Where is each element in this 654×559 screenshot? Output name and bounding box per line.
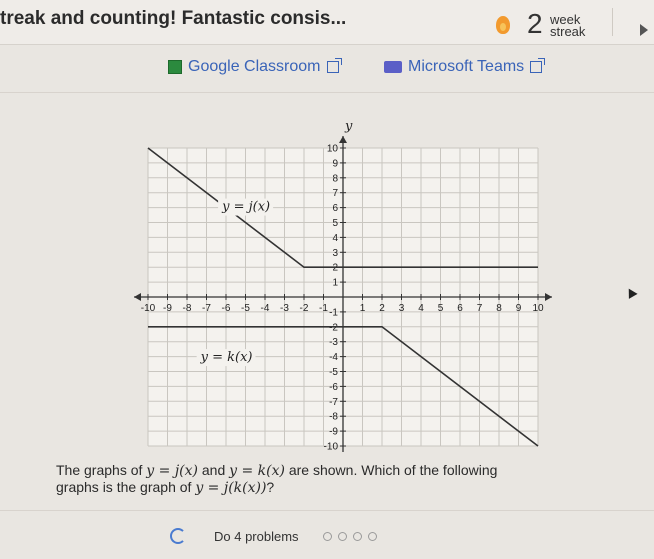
y-tick-label: 2 bbox=[332, 263, 338, 274]
y-tick-label: -6 bbox=[329, 382, 338, 393]
y-tick-label: -1 bbox=[329, 307, 338, 318]
x-tick-label: -1 bbox=[319, 303, 328, 314]
divider bbox=[0, 92, 654, 93]
y-tick-label: -10 bbox=[324, 442, 339, 453]
x-tick-label: -6 bbox=[222, 303, 231, 314]
y-axis-arrow bbox=[339, 136, 347, 143]
x-tick-label: -9 bbox=[163, 303, 172, 314]
progress-dot bbox=[322, 531, 332, 541]
y-tick-label: -5 bbox=[329, 367, 338, 378]
x-tick-label: 10 bbox=[532, 303, 544, 314]
streak-label: week streak bbox=[550, 13, 586, 39]
x-tick-label: -7 bbox=[202, 303, 211, 314]
progress-dot bbox=[352, 531, 362, 541]
x-tick-label: -10 bbox=[141, 303, 156, 314]
mouse-cursor-icon bbox=[624, 286, 638, 299]
x-tick-label: 7 bbox=[477, 303, 483, 314]
math-expression: y = j(x) bbox=[146, 463, 198, 479]
external-link-icon bbox=[530, 58, 546, 73]
y-tick-label: 4 bbox=[332, 233, 338, 244]
flame-icon bbox=[496, 16, 510, 34]
y-tick-label: 1 bbox=[332, 278, 338, 289]
share-links: Google Classroom Microsoft Teams bbox=[0, 58, 654, 82]
progress-dot bbox=[337, 531, 347, 541]
y-tick-label: 5 bbox=[332, 218, 338, 229]
progress-dots bbox=[322, 531, 377, 541]
x-tick-label: 6 bbox=[457, 303, 463, 314]
y-axis-label: y bbox=[344, 119, 353, 134]
microsoft-teams-label: Microsoft Teams bbox=[408, 58, 525, 75]
y-tick-label: 3 bbox=[332, 248, 338, 259]
google-classroom-label: Google Classroom bbox=[188, 58, 321, 75]
series-label-k: y = k(x) bbox=[200, 350, 253, 365]
google-classroom-icon bbox=[168, 60, 182, 74]
practice-progress: Do 4 problems bbox=[170, 528, 377, 544]
x-tick-label: 9 bbox=[516, 303, 522, 314]
question-text-part: ? bbox=[266, 479, 275, 495]
y-tick-label: 9 bbox=[332, 158, 338, 169]
y-tick-label: -9 bbox=[329, 427, 338, 438]
x-tick-label: 3 bbox=[399, 303, 405, 314]
y-tick-label: 8 bbox=[332, 173, 338, 184]
y-tick-label: -2 bbox=[329, 322, 338, 333]
x-tick-label: 2 bbox=[379, 303, 385, 314]
x-axis-arrow bbox=[134, 293, 141, 301]
y-tick-label: 6 bbox=[332, 203, 338, 214]
y-tick-label: 7 bbox=[332, 188, 338, 199]
math-expression: y = k(x) bbox=[229, 463, 285, 479]
question-text: The graphs of y = j(x) and y = k(x) are … bbox=[56, 462, 636, 496]
divider bbox=[612, 8, 613, 36]
series-label-j: y = j(x) bbox=[221, 200, 270, 215]
microsoft-teams-icon bbox=[384, 61, 402, 73]
math-expression: y = j(k(x)) bbox=[195, 480, 267, 496]
x-axis-arrow bbox=[545, 293, 552, 301]
question-text-part: graphs is the graph of bbox=[56, 479, 196, 495]
refresh-icon bbox=[170, 528, 186, 544]
external-link-icon bbox=[326, 58, 342, 73]
y-tick-label: 10 bbox=[327, 144, 339, 155]
x-tick-label: -2 bbox=[300, 303, 309, 314]
question-text-part: are shown. Which of the following bbox=[284, 462, 498, 478]
streak-word-streak: streak bbox=[550, 24, 586, 39]
function-graph: -10 -9 -8 -7 -6 -5 -4 -3 -2 -1 1 2 3 4 5 6 7 8 9 1010987654… bbox=[134, 119, 552, 453]
do-problems-label: Do 4 problems bbox=[214, 528, 299, 544]
x-tick-label: -3 bbox=[280, 303, 289, 314]
x-tick-label: 1 bbox=[360, 303, 366, 314]
progress-dot bbox=[367, 531, 377, 541]
x-tick-label: -5 bbox=[241, 303, 250, 314]
top-bar: treak and counting! Fantastic consis... … bbox=[0, 0, 654, 45]
x-tick-label: 8 bbox=[496, 303, 502, 314]
play-icon[interactable] bbox=[640, 24, 648, 36]
streak-count: 2 bbox=[527, 8, 543, 39]
y-tick-label: -8 bbox=[329, 412, 338, 423]
google-classroom-link[interactable]: Google Classroom bbox=[168, 58, 342, 76]
x-tick-label: 4 bbox=[418, 303, 424, 314]
x-tick-label: -4 bbox=[261, 303, 270, 314]
question-text-part: The graphs of bbox=[56, 462, 147, 478]
y-tick-label: -7 bbox=[329, 397, 338, 408]
divider bbox=[0, 510, 654, 511]
question-text-part: and bbox=[197, 462, 230, 478]
x-tick-label: 5 bbox=[438, 303, 444, 314]
y-tick-label: -4 bbox=[329, 352, 338, 363]
y-tick-label: -3 bbox=[329, 337, 338, 348]
x-tick-label: -8 bbox=[183, 303, 192, 314]
microsoft-teams-link[interactable]: Microsoft Teams bbox=[384, 58, 546, 76]
page-title: treak and counting! Fantastic consis... bbox=[0, 8, 347, 29]
